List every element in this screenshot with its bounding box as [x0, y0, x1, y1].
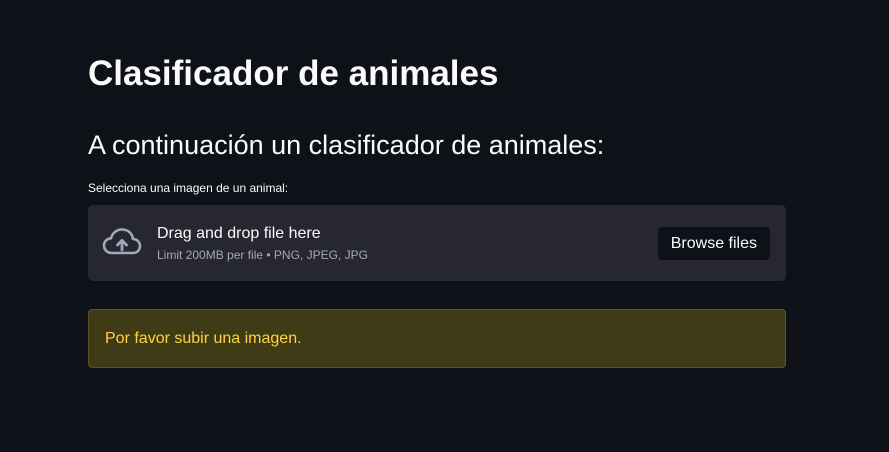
page-subtitle: A continuación un clasificador de animal… [88, 130, 605, 160]
file-uploader-label: Selecciona una imagen de un animal: [88, 181, 289, 195]
file-dropzone[interactable]: Drag and drop file here Limit 200MB per … [88, 205, 786, 281]
dropzone-limit-text: Limit 200MB per file • PNG, JPEG, JPG [157, 248, 368, 262]
cloud-upload-icon [102, 226, 142, 260]
page-title: Clasificador de animales [88, 54, 499, 93]
warning-alert: Por favor subir una imagen. [88, 309, 786, 368]
dropzone-instructions: Drag and drop file here Limit 200MB per … [157, 223, 368, 263]
warning-alert-text: Por favor subir una imagen. [105, 330, 302, 347]
dropzone-instruction-text: Drag and drop file here [157, 225, 321, 242]
browse-files-button[interactable]: Browse files [657, 227, 770, 260]
